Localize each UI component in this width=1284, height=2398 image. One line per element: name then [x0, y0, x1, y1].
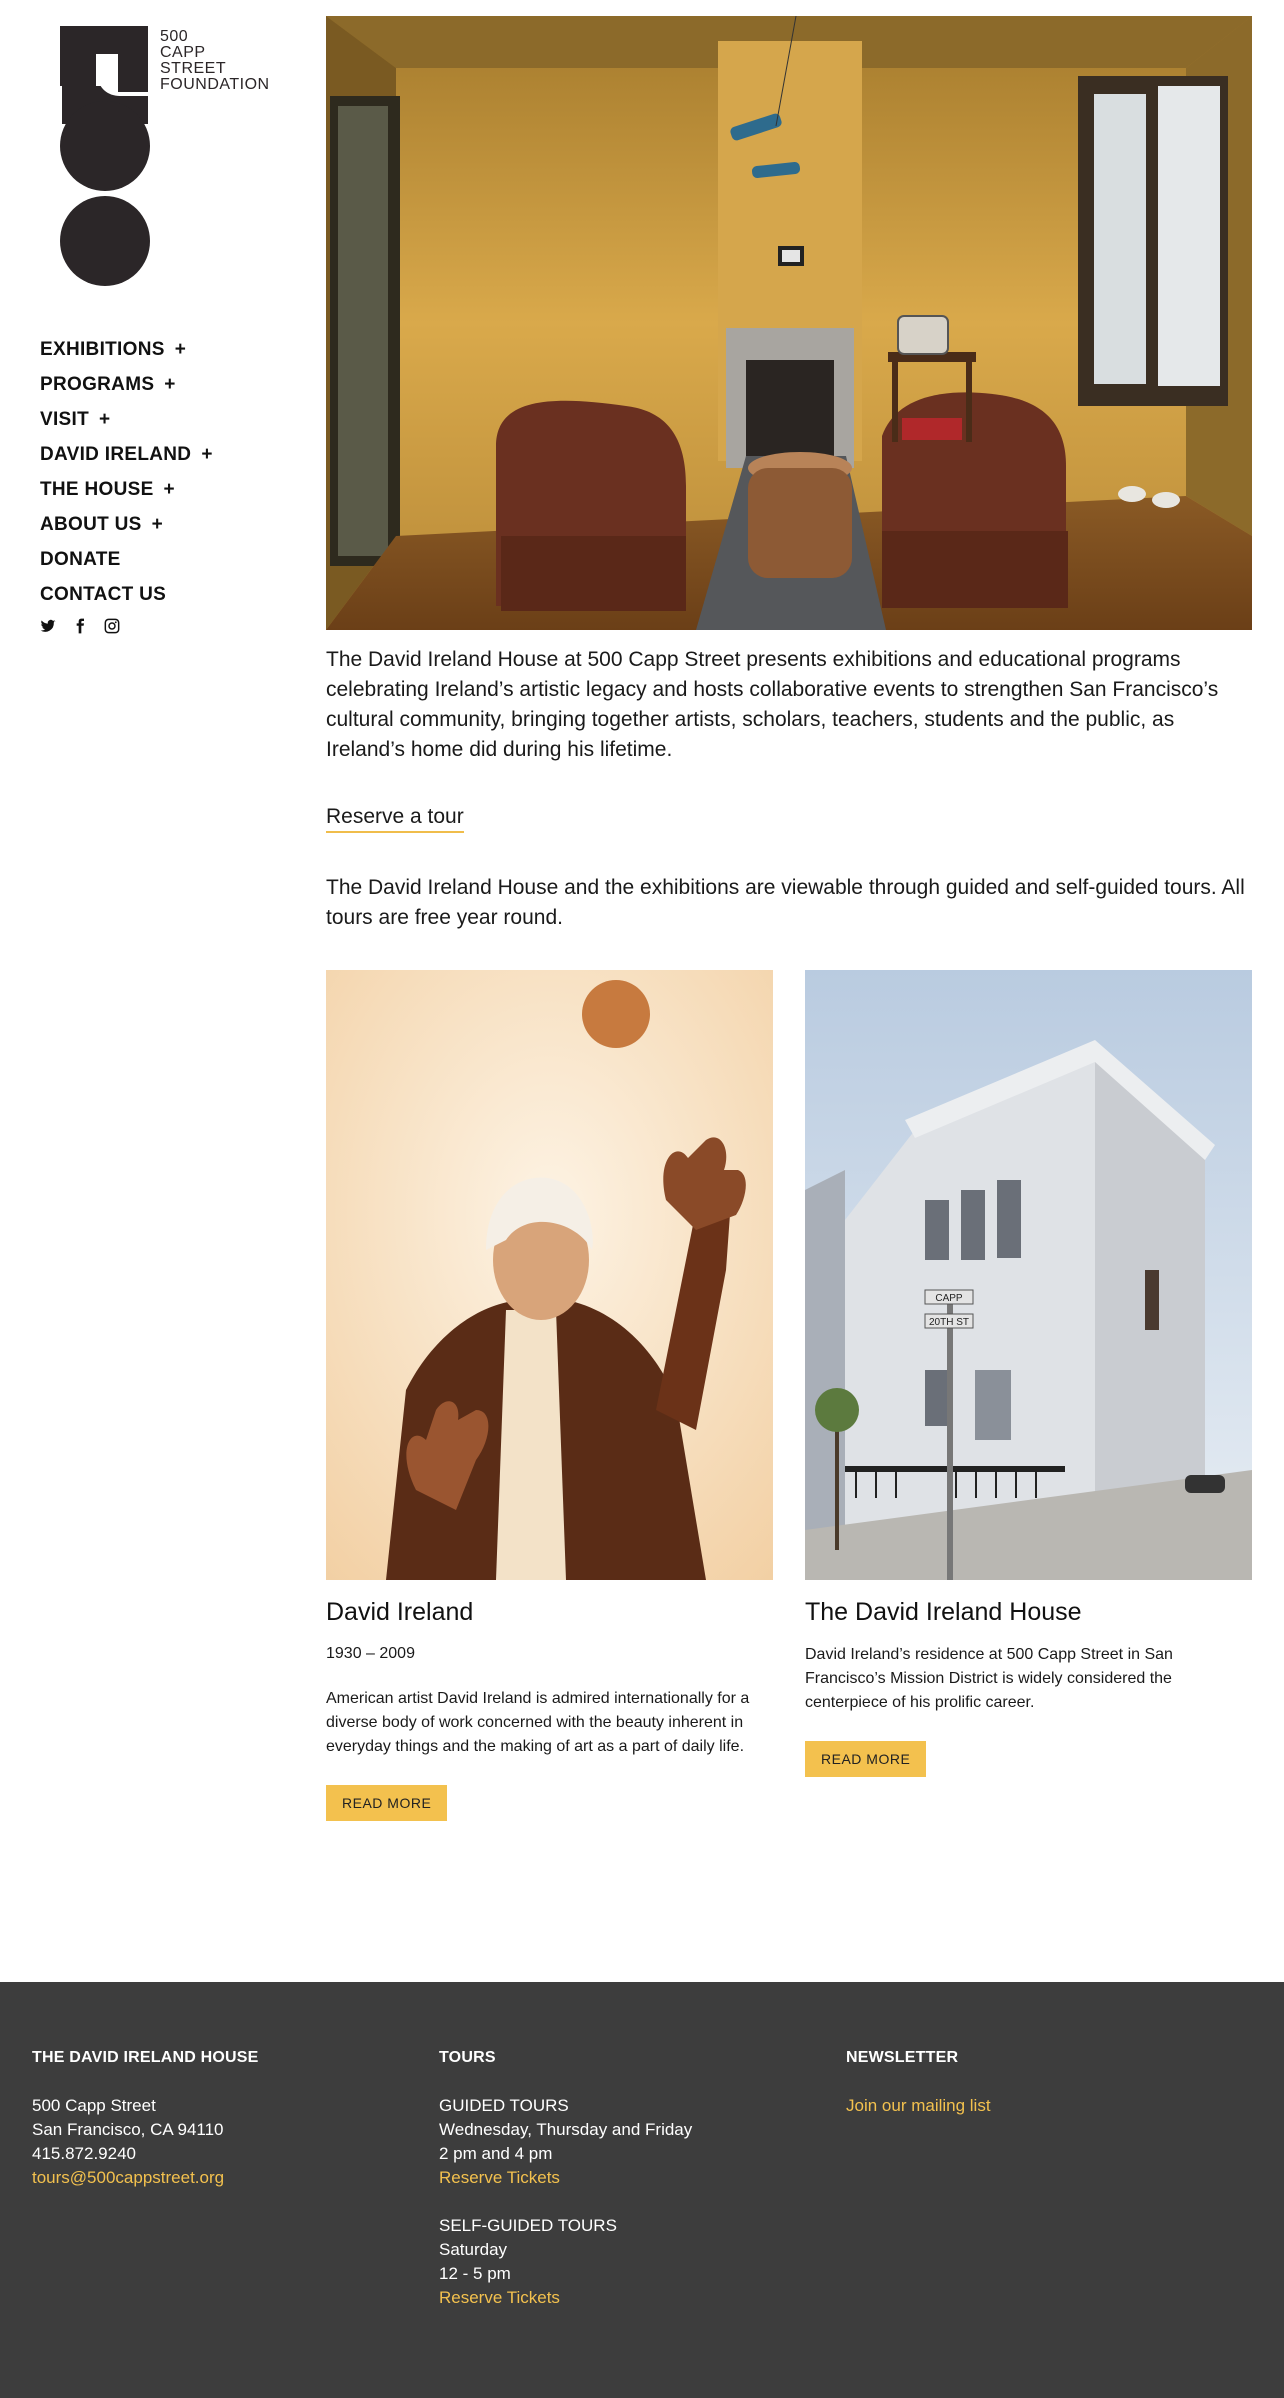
nav-item-david-ireland[interactable]: DAVID IRELAND +	[40, 437, 213, 472]
reserve-tickets-link[interactable]: Reserve Tickets	[439, 2166, 692, 2190]
twitter-icon[interactable]	[40, 618, 56, 634]
logo-wordmark: 500 CAPP STREET FOUNDATION	[160, 29, 270, 93]
guided-tours-days: Wednesday, Thursday and Friday	[439, 2120, 693, 2139]
self-guided-time: 12 - 5 pm	[439, 2264, 511, 2283]
card-david-ireland-house: CAPP 20TH ST The David Ireland House Dav…	[805, 970, 1252, 1777]
footer: THE DAVID IRELAND HOUSE 500 Capp Street …	[0, 1982, 1284, 2398]
read-more-button[interactable]: READ MORE	[805, 1741, 927, 1777]
nav-label: THE HOUSE	[40, 478, 154, 500]
card-title: The David Ireland House	[805, 1598, 1082, 1626]
intro-text: The David Ireland House at 500 Capp Stre…	[326, 648, 1219, 761]
reserve-tour-link[interactable]: Reserve a tour	[326, 805, 464, 833]
reserve-tickets-link[interactable]: Reserve Tickets	[439, 2286, 692, 2310]
tours-note: The David Ireland House and the exhibiti…	[326, 876, 1245, 929]
self-guided-days: Saturday	[439, 2240, 508, 2259]
expand-icon[interactable]: +	[201, 444, 212, 466]
street-sign-top: CAPP	[935, 1293, 963, 1304]
expand-icon[interactable]: +	[175, 339, 186, 361]
self-guided-title: SELF-GUIDED TOURS	[439, 2216, 617, 2235]
nav-label: EXHIBITIONS	[40, 338, 165, 360]
read-more-button[interactable]: READ MORE	[326, 1785, 448, 1821]
facebook-icon[interactable]	[72, 618, 88, 634]
expand-icon[interactable]: +	[152, 514, 163, 536]
footer-contact: THE DAVID IRELAND HOUSE 500 Capp Street …	[32, 2046, 259, 2190]
nav-item-visit[interactable]: VISIT +	[40, 402, 213, 437]
footer-heading: NEWSLETTER	[846, 2049, 959, 2066]
card-dates: 1930 – 2009	[326, 1645, 415, 1662]
footer-tours: TOURS GUIDED TOURS Wednesday, Thursday a…	[439, 2046, 692, 2310]
street-sign-bottom: 20TH ST	[929, 1317, 969, 1328]
guided-tours-title: GUIDED TOURS	[439, 2096, 569, 2115]
david-ireland-photo[interactable]	[326, 970, 773, 1580]
nav-item-contact-us[interactable]: CONTACT US	[40, 577, 213, 612]
nav-label: ABOUT US	[40, 513, 142, 535]
nav-label: CONTACT US	[40, 583, 167, 605]
footer-heading: THE DAVID IRELAND HOUSE	[32, 2049, 259, 2066]
footer-newsletter: NEWSLETTER Join our mailing list	[846, 2046, 991, 2118]
card-title: David Ireland	[326, 1598, 474, 1626]
nav-item-about-us[interactable]: ABOUT US +	[40, 507, 213, 542]
instagram-icon[interactable]	[104, 618, 120, 634]
main-nav: EXHIBITIONS + PROGRAMS + VISIT + DAVID IREL…	[40, 332, 213, 612]
nav-item-the-house[interactable]: THE HOUSE +	[40, 472, 213, 507]
logo-line: CAPP	[160, 44, 206, 61]
logo-line: STREET	[160, 60, 227, 77]
house-photo[interactable]: CAPP 20TH ST	[805, 970, 1252, 1580]
address-line-1: 500 Capp Street	[32, 2096, 156, 2115]
expand-icon[interactable]: +	[164, 374, 175, 396]
phone[interactable]: 415.872.9240	[32, 2142, 259, 2166]
nav-item-programs[interactable]: PROGRAMS +	[40, 367, 213, 402]
hero-image	[326, 16, 1252, 630]
nav-label: DONATE	[40, 548, 121, 570]
nav-label: VISIT	[40, 408, 90, 430]
footer-heading: TOURS	[439, 2049, 496, 2066]
mailing-list-link[interactable]: Join our mailing list	[846, 2094, 991, 2118]
card-description: David Ireland’s residence at 500 Capp St…	[805, 1646, 1173, 1711]
address-line-2: San Francisco, CA 94110	[32, 2120, 224, 2139]
nav-label: DAVID IRELAND	[40, 443, 192, 465]
nav-label: PROGRAMS	[40, 373, 155, 395]
email-link[interactable]: tours@500cappstreet.org	[32, 2166, 259, 2190]
card-david-ireland: David Ireland 1930 – 2009 American artis…	[326, 970, 773, 1821]
nav-item-exhibitions[interactable]: EXHIBITIONS +	[40, 332, 213, 367]
expand-icon[interactable]: +	[164, 479, 175, 501]
expand-icon[interactable]: +	[99, 409, 110, 431]
logo-line: 500	[160, 28, 189, 45]
guided-tours-time: 2 pm and 4 pm	[439, 2144, 553, 2163]
card-description: American artist David Ireland is admired…	[326, 1690, 750, 1755]
logo[interactable]: 500 CAPP STREET FOUNDATION	[60, 26, 270, 288]
nav-item-donate[interactable]: DONATE	[40, 542, 213, 577]
main-content: The David Ireland House at 500 Capp Stre…	[326, 16, 1252, 1821]
social-links	[40, 618, 120, 634]
logo-line: FOUNDATION	[160, 76, 270, 93]
